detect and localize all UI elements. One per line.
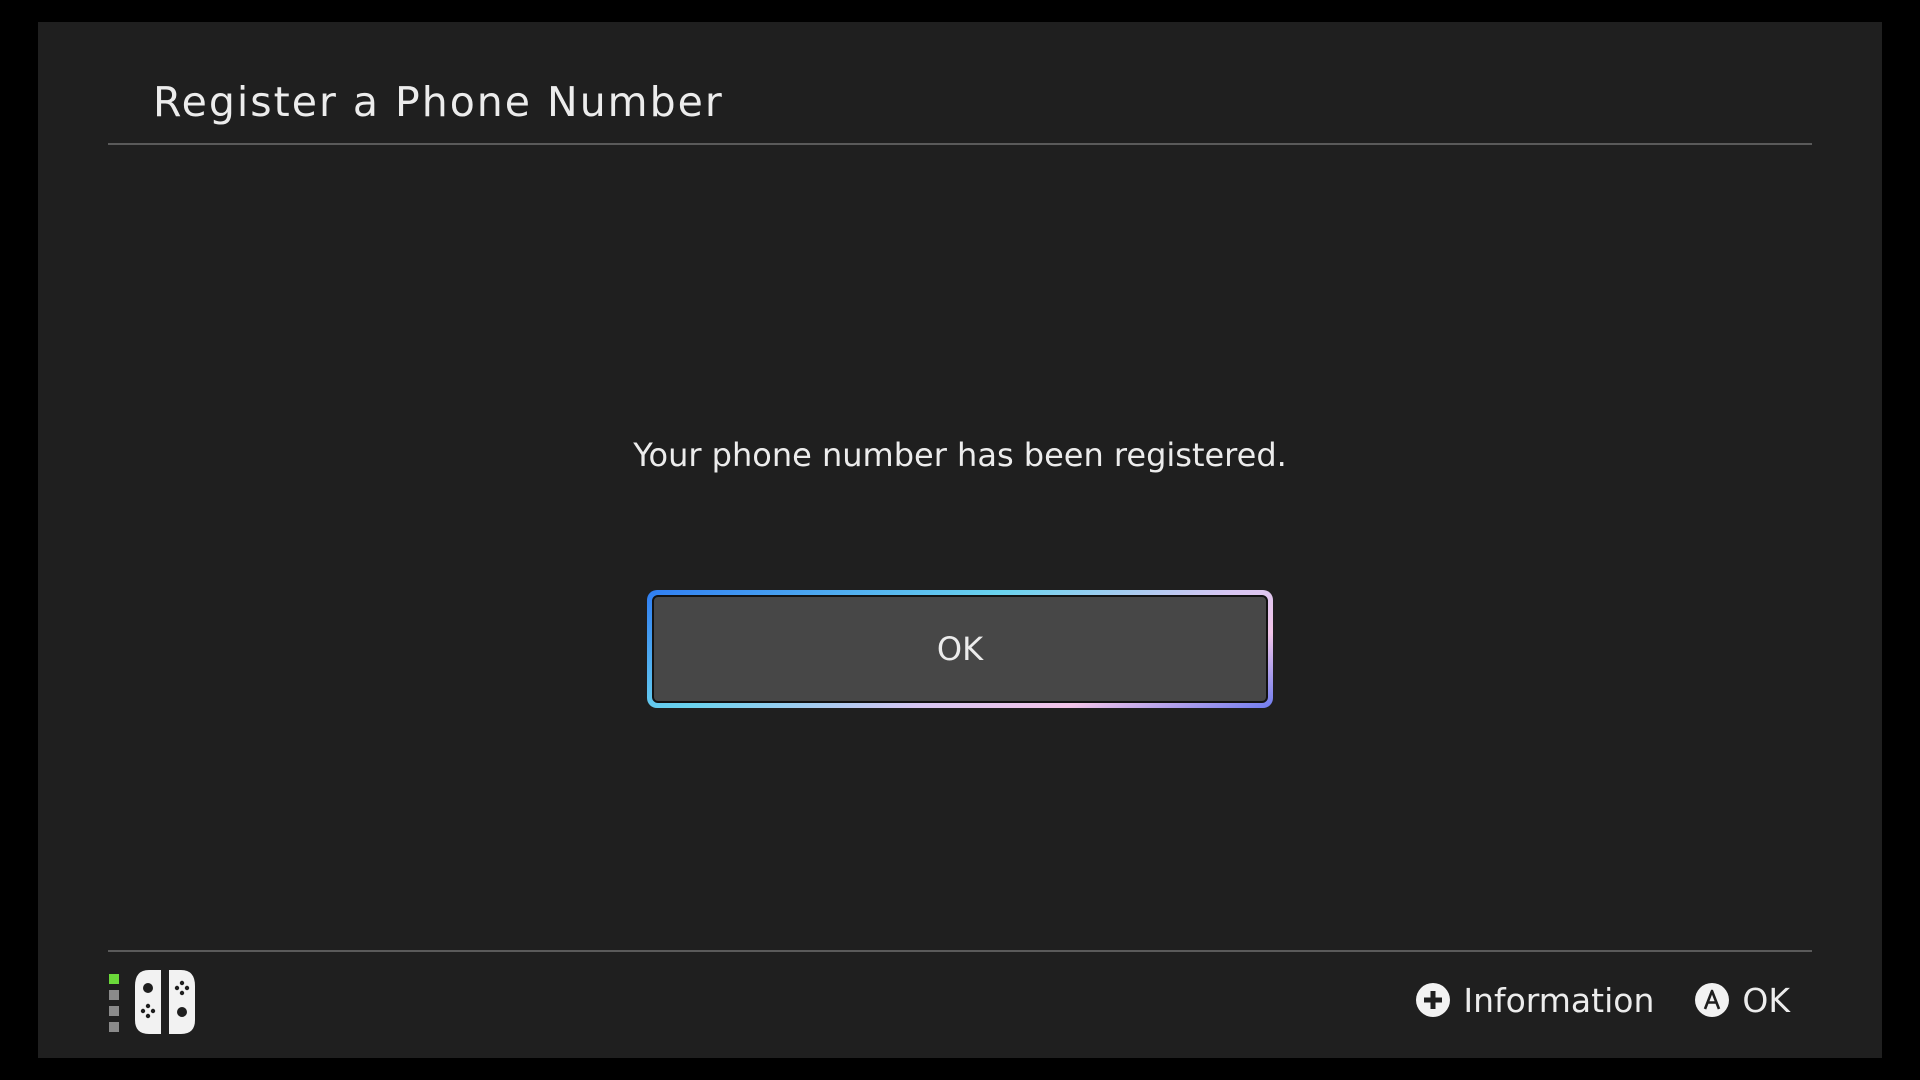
player-led-1: [109, 974, 119, 984]
footer-divider: [108, 950, 1812, 952]
plus-button-icon: [1416, 983, 1451, 1017]
header-divider: [108, 143, 1812, 145]
button-hints: Information OK: [1415, 977, 1790, 1023]
ok-button-label: OK: [652, 595, 1268, 703]
joycon-pair-icon: [135, 970, 195, 1034]
ok-button[interactable]: OK: [647, 590, 1273, 708]
information-hint-label: Information: [1463, 980, 1655, 1020]
ok-hint[interactable]: OK: [1694, 981, 1790, 1020]
system-settings-screen: Register a Phone Number Your phone numbe…: [38, 22, 1882, 1058]
player-led-2: [109, 990, 119, 1000]
confirmation-message: Your phone number has been registered.: [633, 436, 1287, 474]
player-led-3: [109, 1006, 119, 1016]
a-button-icon: [1695, 983, 1730, 1017]
player-indicator-icon: [109, 974, 121, 1034]
ok-hint-label: OK: [1742, 980, 1790, 1020]
information-hint[interactable]: Information: [1415, 981, 1654, 1020]
player-led-4: [109, 1022, 119, 1032]
page-title: Register a Phone Number: [153, 78, 724, 126]
